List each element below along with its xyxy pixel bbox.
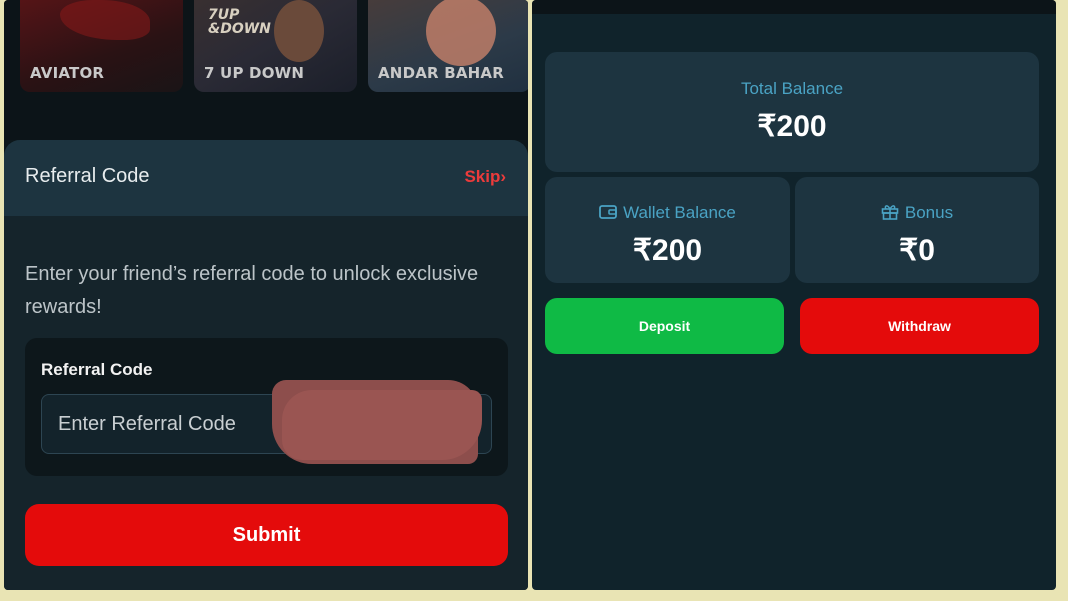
modal-header: Referral Code Skip› xyxy=(4,140,528,216)
referral-screen: AVIATOR 7UP &DOWN 7 UP DOWN ANDAR BAHAR … xyxy=(4,0,528,590)
game-label: 7 UP DOWN xyxy=(204,64,305,82)
game-card-aviator[interactable]: AVIATOR xyxy=(20,0,183,92)
modal-title: Referral Code xyxy=(25,165,150,187)
bonus-label: Bonus xyxy=(904,203,954,222)
game-label: ANDAR BAHAR xyxy=(378,64,504,82)
game-card-andar-bahar[interactable]: ANDAR BAHAR xyxy=(368,0,528,92)
withdraw-button[interactable]: Withdraw xyxy=(800,298,1039,354)
total-balance-value: ₹200 xyxy=(757,110,827,143)
game-card-7-up-down[interactable]: 7UP &DOWN 7 UP DOWN xyxy=(194,0,357,92)
submit-button[interactable]: Submit xyxy=(25,504,508,566)
total-balance-label: Total Balance xyxy=(740,79,844,98)
game-strip: AVIATOR 7UP &DOWN 7 UP DOWN ANDAR BAHAR xyxy=(4,0,528,140)
game-label: AVIATOR xyxy=(30,64,105,82)
top-strip xyxy=(532,0,1056,14)
redaction-mark xyxy=(282,390,482,460)
gift-icon xyxy=(881,205,899,220)
dealer-art xyxy=(426,0,496,66)
wallet-balance-heading: Wallet Balance xyxy=(545,203,790,223)
7up-down-logo: 7UP &DOWN xyxy=(208,7,271,37)
total-balance-card: Total Balance ₹200 xyxy=(545,52,1039,172)
bonus-value: ₹0 xyxy=(899,234,935,267)
wallet-balance-label: Wallet Balance xyxy=(623,203,736,222)
wallet-icon xyxy=(599,205,618,219)
wallet-balance-card: Wallet Balance ₹200 xyxy=(545,177,790,283)
deposit-button[interactable]: Deposit xyxy=(545,298,784,354)
dealer-art xyxy=(274,0,324,62)
referral-field-label: Referral Code xyxy=(41,360,153,379)
wallet-screen: Total Balance ₹200 Wallet Balance ₹200 B… xyxy=(532,0,1056,590)
referral-modal: Referral Code Skip› Enter your friend’s … xyxy=(4,140,528,590)
skip-button[interactable]: Skip› xyxy=(464,167,506,187)
bonus-heading: Bonus xyxy=(795,203,1039,223)
wallet-balance-value: ₹200 xyxy=(632,234,703,267)
bonus-card: Bonus ₹0 xyxy=(795,177,1039,283)
modal-description: Enter your friend’s referral code to unl… xyxy=(25,263,479,318)
aviator-art xyxy=(60,0,150,40)
